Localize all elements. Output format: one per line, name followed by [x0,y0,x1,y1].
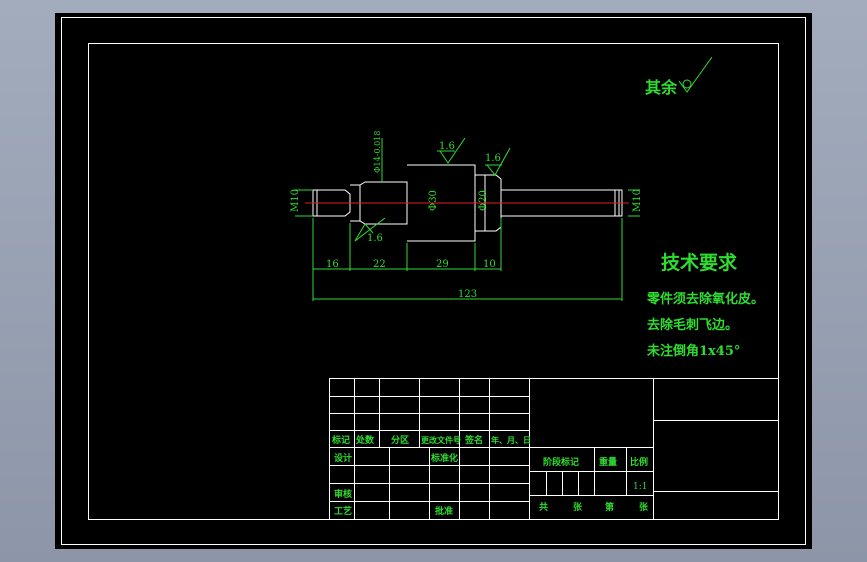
dim-body-dia: Φ30 [428,190,439,211]
dim-neck-dia: Φ20 [478,190,489,211]
tb-weight: 重量 [599,456,617,468]
roughness-top-left: 1.6 [439,141,455,152]
tb-stage-mark: 阶段标记 [543,456,579,468]
drawing-canvas[interactable]: 其余 M10 Φ14-0.018 Φ30 Φ20 M10 16 22 29 10… [55,13,812,549]
tech-req-item-3: 未注倒角1x45° [646,343,740,359]
inner-border [88,43,779,520]
tb-process: 工艺 [334,505,352,517]
roughness-top-right: 1.6 [485,153,501,164]
tb-count: 处数 [355,434,375,446]
cad-viewport[interactable]: 其余 M10 Φ14-0.018 Φ30 Φ20 M10 16 22 29 10… [0,0,867,562]
tb-approve: 批准 [435,505,453,517]
tech-req-item-1: 零件须去除氧化皮。 [646,291,764,307]
tb-zone: 分区 [391,434,409,446]
dim-l1: 16 [326,259,339,270]
tb-date: 年、月、日 [491,435,531,445]
roughness-bottom: 1.6 [367,233,383,244]
tech-req-item-2: 去除毛刺飞边。 [647,317,738,333]
tb-sign: 签名 [464,434,483,446]
dim-l3: 29 [436,259,449,270]
tb-sheet2: 张 [639,501,649,513]
dim-total: 123 [458,289,477,300]
drawing-svg: 其余 M10 Φ14-0.018 Φ30 Φ20 M10 16 22 29 10… [61,17,806,545]
tb-standardize: 标准化 [430,452,458,464]
dim-l2: 22 [373,259,386,270]
tb-total: 共 [539,501,548,513]
tb-sheet: 张 [573,501,583,513]
tb-docno: 更改文件号 [421,435,461,445]
tb-marks: 标记 [331,434,350,446]
tb-scale-value: 1:1 [633,482,647,492]
tb-nth: 第 [605,501,614,513]
roughness-check-icon [678,56,713,93]
dimension-lines [295,137,640,301]
tb-review: 审核 [334,488,352,500]
tb-scale: 比例 [630,456,648,468]
title-block-grid [329,378,779,520]
tech-req-title: 技术要求 [661,251,738,274]
dim-shoulder-dia: Φ14-0.018 [373,131,382,173]
dim-right-thread: M10 [632,189,643,212]
dim-l4: 10 [483,259,496,270]
dim-left-thread: M10 [290,189,301,212]
roughness-note-text: 其余 [645,78,678,97]
tb-design: 设计 [334,452,352,464]
